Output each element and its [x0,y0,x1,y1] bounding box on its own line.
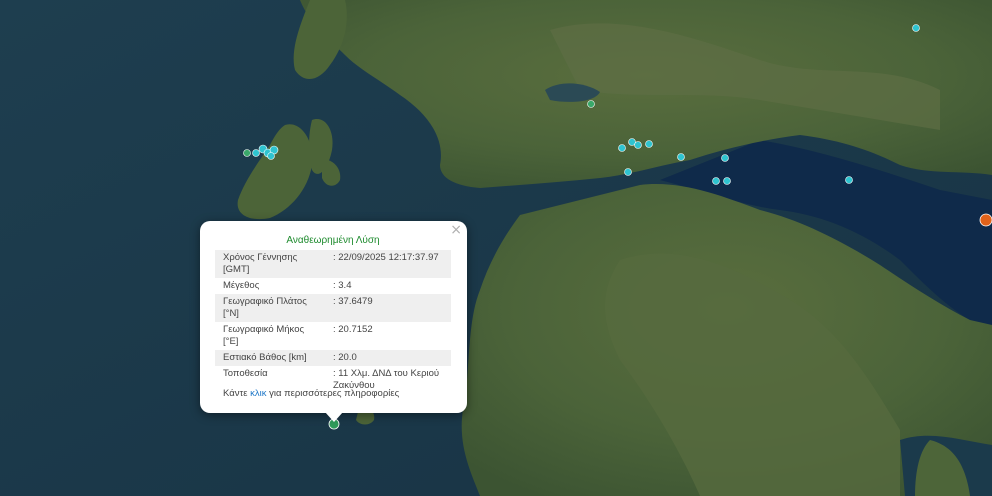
event-marker[interactable] [845,176,853,184]
magnitude-label: Μέγεθος [215,278,325,294]
event-marker[interactable] [587,100,595,108]
popup-pointer [325,412,343,422]
event-marker-large[interactable] [979,213,992,227]
longitude-value: : 20.7152 [325,322,451,350]
event-marker[interactable] [677,153,685,161]
more-info-link[interactable]: κλικ [250,388,266,399]
depth-value: : 20.0 [325,350,451,366]
table-row: Μέγεθος : 3.4 [215,278,451,294]
event-marker[interactable] [267,152,275,160]
event-marker[interactable] [721,154,729,162]
table-row: Γεωγραφικό Πλάτος [°N] : 37.6479 [215,294,451,322]
event-marker[interactable] [634,141,642,149]
event-details-table: Αναθεωρημένη Λύση Χρόνος Γέννησης [GMT] … [215,232,451,394]
event-marker[interactable] [618,144,626,152]
more-info-line: Κάντε κλικ για περισσότερες πληροφορίες [223,388,399,399]
event-marker[interactable] [712,177,720,185]
latitude-value: : 37.6479 [325,294,451,322]
origin-time-value: : 22/09/2025 12:17:37.97 [325,250,451,278]
latitude-label: Γεωγραφικό Πλάτος [°N] [215,294,325,322]
popup-heading: Αναθεωρημένη Λύση [286,235,380,246]
table-row: Χρόνος Γέννησης [GMT] : 22/09/2025 12:17… [215,250,451,278]
event-marker[interactable] [723,177,731,185]
event-marker[interactable] [252,149,260,157]
table-row: Γεωγραφικό Μήκος [°E] : 20.7152 [215,322,451,350]
satellite-map[interactable] [0,0,992,496]
depth-label: Εστιακό Βάθος [km] [215,350,325,366]
event-marker[interactable] [912,24,920,32]
close-icon[interactable]: × [450,223,462,237]
event-marker[interactable] [243,149,251,157]
more-info-prefix: Κάντε [223,388,248,399]
origin-time-label: Χρόνος Γέννησης [GMT] [215,250,325,278]
event-marker[interactable] [624,168,632,176]
longitude-label: Γεωγραφικό Μήκος [°E] [215,322,325,350]
table-row: Εστιακό Βάθος [km] : 20.0 [215,350,451,366]
more-info-suffix: για περισσότερες πληροφορίες [269,388,400,399]
magnitude-value: : 3.4 [325,278,451,294]
table-row: Αναθεωρημένη Λύση [215,232,451,250]
event-popup: × Αναθεωρημένη Λύση Χρόνος Γέννησης [GMT… [200,221,467,413]
event-marker[interactable] [645,140,653,148]
